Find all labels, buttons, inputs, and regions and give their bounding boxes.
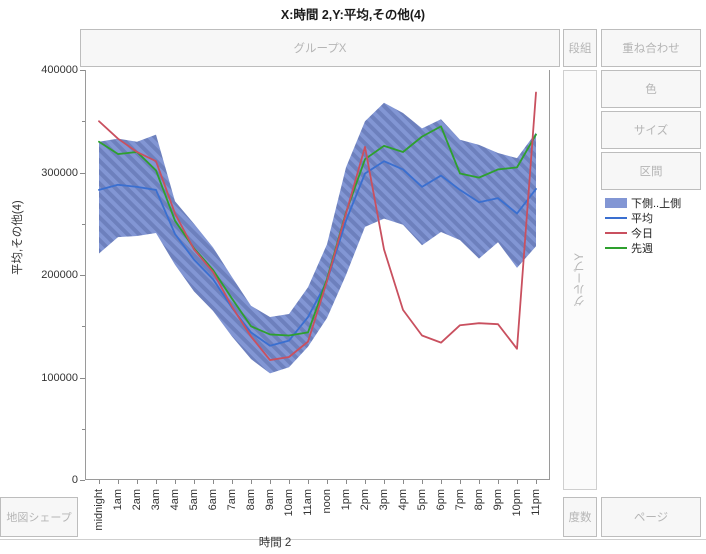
dropzone-interval[interactable]: 区間 (601, 152, 701, 190)
dropzone-page[interactable]: ページ (601, 497, 701, 537)
x-tick-label: 6pm (435, 489, 447, 511)
y-tick-label: 0 (71, 474, 78, 486)
x-tick-mark (498, 480, 499, 484)
dropzone-size[interactable]: サイズ (601, 111, 701, 149)
x-tick-label: 2am (131, 489, 143, 511)
x-tick-label: 7pm (454, 489, 466, 511)
y-tick-label: 400000 (41, 64, 78, 76)
report-window: X:時間 2,Y:平均,その他(4) グループX 段組 重ね合わせ 色 サイズ … (0, 0, 706, 554)
x-tick-label: 1pm (340, 489, 352, 511)
chart-legend: 下側..上側 平均今日先週 (605, 195, 701, 255)
x-tick-label: 9am (264, 489, 276, 511)
x-tick-mark (365, 480, 366, 484)
y-tick-label: 100000 (41, 371, 78, 384)
x-tick-label: 5am (188, 489, 200, 511)
x-tick-label: 8am (245, 489, 257, 511)
x-tick-label: 4pm (397, 489, 409, 511)
x-tick-mark (536, 480, 537, 484)
dropzone-group-y[interactable]: グループY (563, 70, 597, 490)
x-tick-mark (308, 480, 309, 484)
x-tick-label: 1am (112, 489, 124, 511)
x-tick-mark (403, 480, 404, 484)
x-tick-mark (346, 480, 347, 484)
dropzone-map-shape-label: 地図シェープ (6, 512, 72, 524)
legend-item[interactable]: 先週 (605, 240, 701, 255)
x-tick-mark (156, 480, 157, 484)
x-tick-label: noon (321, 489, 333, 514)
x-tick-label: 10am (283, 489, 295, 517)
x-tick-label: midnight (93, 489, 105, 531)
y-tick-mark (80, 480, 85, 481)
dropzone-dankumi[interactable]: 段組 (563, 29, 597, 67)
x-tick-mark (232, 480, 233, 484)
x-tick-mark (175, 480, 176, 484)
y-tick-label: 300000 (41, 166, 78, 179)
y-axis-title: 平均,その他(4) (12, 200, 24, 275)
dropzone-interval-label: 区間 (639, 166, 663, 178)
x-tick-label: 3am (150, 489, 162, 511)
x-tick-mark (384, 480, 385, 484)
legend-item[interactable]: 平均 (605, 210, 701, 225)
x-tick-mark (327, 480, 328, 484)
x-tick-label: 3pm (378, 489, 390, 511)
x-tick-label: 7am (226, 489, 238, 511)
dropzone-group-x[interactable]: グループX (80, 29, 560, 67)
x-tick-label: 4am (169, 489, 181, 511)
chart-canvas[interactable] (85, 70, 550, 480)
x-tick-mark (441, 480, 442, 484)
dropzone-dankumi-label: 段組 (568, 43, 592, 55)
dropzone-map-shape[interactable]: 地図シェープ (0, 497, 78, 537)
x-tick-mark (99, 480, 100, 484)
legend-swatch-line (605, 216, 627, 219)
x-tick-mark (251, 480, 252, 484)
dropzone-frequency[interactable]: 度数 (563, 497, 597, 537)
legend-item[interactable]: 下側..上側 (605, 195, 701, 210)
dropzone-overlay[interactable]: 重ね合わせ (601, 29, 701, 67)
legend-swatch-line (605, 231, 627, 234)
dropzone-group-x-label: グループX (293, 43, 347, 55)
x-tick-mark (460, 480, 461, 484)
x-tick-mark (213, 480, 214, 484)
legend-item[interactable]: 今日 (605, 225, 701, 240)
x-tick-label: 10pm (511, 489, 523, 517)
band-lower-upper (99, 102, 536, 374)
page-title: X:時間 2,Y:平均,その他(4) (280, 8, 426, 22)
x-tick-mark (194, 480, 195, 484)
legend-label: 下側..上側 (631, 197, 682, 210)
x-tick-label: 6am (207, 489, 219, 511)
dropzone-size-label: サイズ (633, 125, 669, 137)
x-axis-title: 時間 2 (258, 537, 292, 549)
legend-label: 先週 (631, 242, 653, 255)
x-tick-mark (137, 480, 138, 484)
dropzone-frequency-label: 度数 (568, 512, 592, 524)
x-tick-label: 9pm (492, 489, 504, 511)
dropzone-color[interactable]: 色 (601, 70, 701, 108)
dropzone-color-label: 色 (645, 84, 657, 96)
legend-swatch-band (605, 197, 627, 208)
x-tick-mark (118, 480, 119, 484)
dropzone-overlay-label: 重ね合わせ (622, 43, 680, 55)
x-tick-mark (270, 480, 271, 484)
x-tick-label: 11am (302, 489, 314, 516)
legend-label: 平均 (631, 212, 653, 225)
legend-label: 今日 (631, 227, 653, 240)
x-tick-label: 5pm (416, 489, 428, 511)
x-tick-mark (289, 480, 290, 484)
dropzone-group-y-label: グループY (574, 253, 586, 307)
x-tick-label: 8pm (473, 489, 485, 511)
legend-swatch-line (605, 246, 627, 249)
x-tick-label: 11pm (530, 489, 542, 516)
x-tick-mark (517, 480, 518, 484)
x-tick-label: 2pm (359, 489, 371, 511)
x-tick-mark (479, 480, 480, 484)
dropzone-page-label: ページ (633, 512, 669, 524)
x-tick-mark (422, 480, 423, 484)
